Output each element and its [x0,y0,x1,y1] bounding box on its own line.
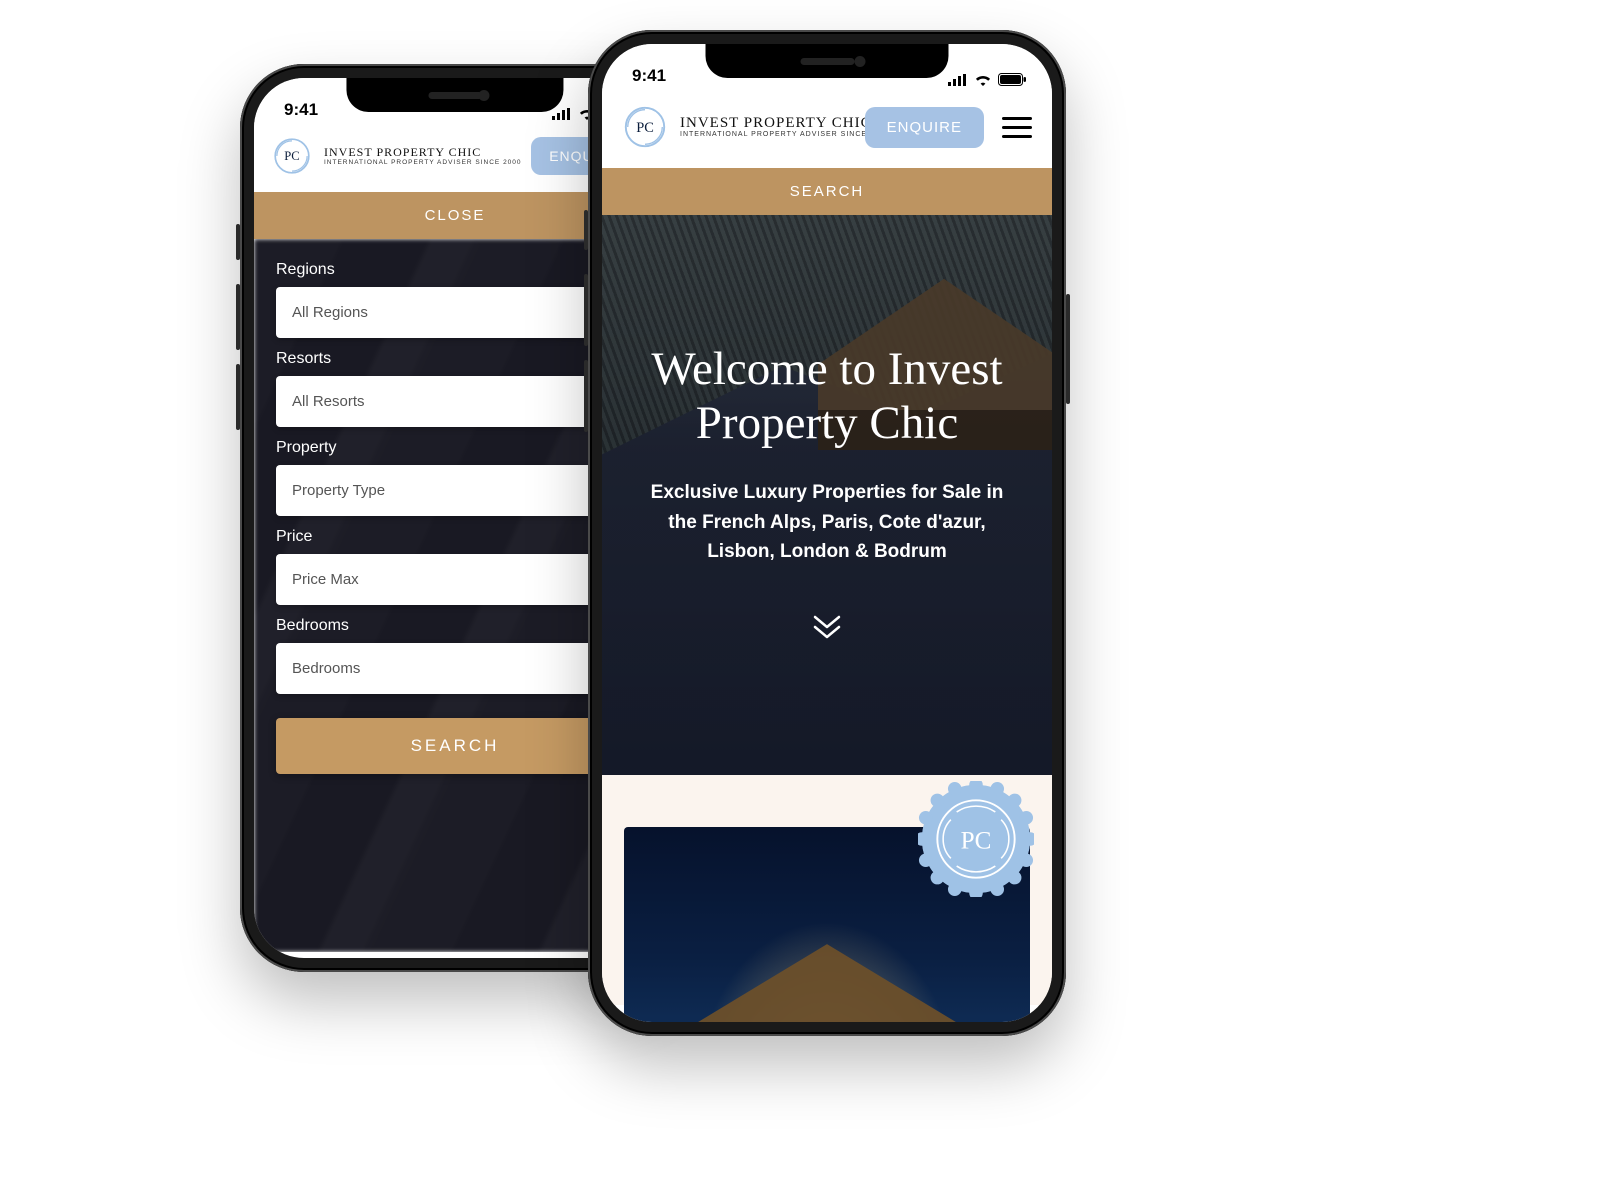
search-submit-button[interactable]: SEARCH [276,718,634,774]
select-resorts[interactable]: All Resorts [276,376,634,427]
brand-title: INVEST PROPERTY CHIC [680,115,890,132]
wifi-icon [974,74,992,86]
enquire-button[interactable]: ENQUIRE [865,107,984,148]
hero: Welcome to Invest Property Chic Exclusiv… [602,215,1052,775]
app-header: PC INVEST PROPERTY CHIC INTERNATIONAL PR… [602,90,1052,168]
select-regions[interactable]: All Regions [276,287,634,338]
select-property[interactable]: Property Type [276,465,634,516]
search-bar[interactable]: SEARCH [602,168,1052,215]
select-price[interactable]: Price Max [276,554,634,605]
status-time: 9:41 [284,100,318,120]
brand-subtitle: INTERNATIONAL PROPERTY ADVISER SINCE 200… [324,159,522,166]
cellular-icon [948,74,968,86]
label-price: Price [276,528,634,546]
hero-subtitle: Exclusive Luxury Properties for Sale in … [637,478,1017,566]
select-bedrooms[interactable]: Bedrooms [276,643,634,694]
status-time: 9:41 [632,66,666,86]
scroll-down-icon[interactable] [811,613,843,648]
phone-mockup-home: 9:41 PC [588,30,1066,1036]
brand-logo-icon: PC [620,102,670,152]
brand[interactable]: PC INVEST PROPERTY CHIC INTERNATIONAL PR… [620,102,857,152]
brand-subtitle: INTERNATIONAL PROPERTY ADVISER SINCE 200… [680,131,890,139]
label-resorts: Resorts [276,350,634,368]
label-bedrooms: Bedrooms [276,617,634,635]
cellular-icon [552,108,572,120]
svg-text:PC: PC [636,120,654,136]
quality-seal-icon: PC [918,781,1034,897]
svg-text:PC: PC [284,149,299,163]
menu-icon[interactable] [1002,117,1032,138]
featured-section: PC [602,775,1052,1005]
label-regions: Regions [276,261,634,279]
brand-title: INVEST PROPERTY CHIC [324,146,522,159]
brand-logo-icon: PC [270,134,314,178]
svg-text:PC: PC [961,828,992,855]
battery-icon [998,73,1026,86]
hero-title: Welcome to Invest Property Chic [624,342,1030,450]
label-property: Property [276,439,634,457]
device-notch [346,78,563,112]
device-notch [706,44,949,78]
brand[interactable]: PC INVEST PROPERTY CHIC INTERNATIONAL PR… [270,134,522,178]
